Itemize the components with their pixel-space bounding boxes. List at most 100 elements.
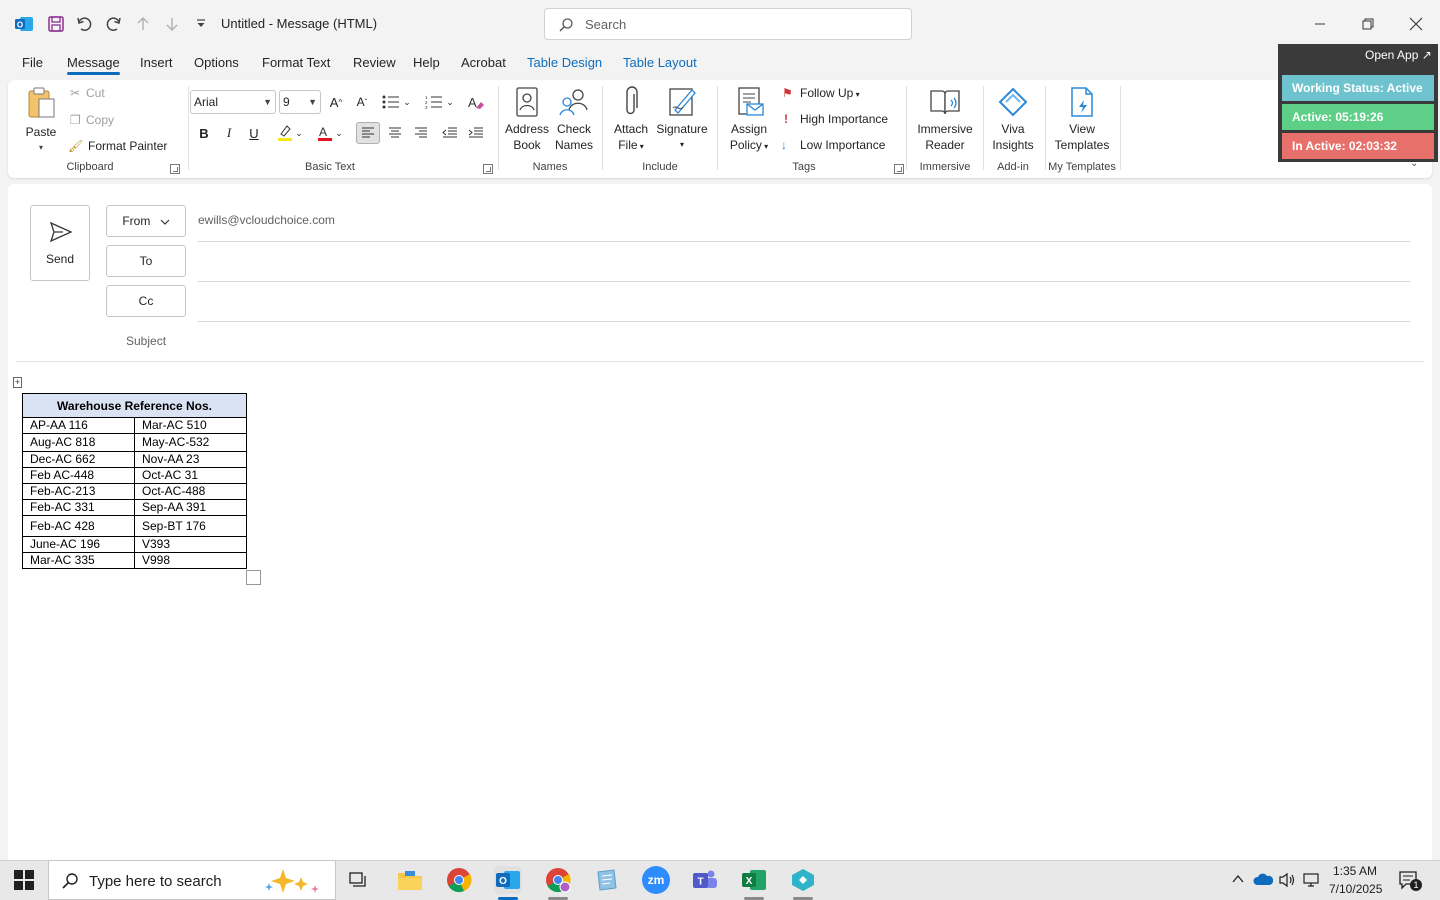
cc-button[interactable]: Cc	[106, 285, 186, 317]
low-importance-button[interactable]: ↓ Low Importance	[781, 138, 885, 152]
align-right-icon[interactable]	[409, 122, 433, 144]
table-cell[interactable]: Sep-BT 176	[134, 515, 247, 537]
to-field[interactable]	[198, 246, 1410, 280]
redo-icon[interactable]	[102, 12, 126, 36]
address-book-button[interactable]: Address Book	[504, 86, 550, 153]
decrease-indent-icon[interactable]	[438, 122, 462, 144]
assign-policy-button[interactable]: Assign Policy ▾	[724, 86, 774, 155]
table-resize-handle[interactable]	[246, 570, 261, 585]
follow-up-button[interactable]: ⚑ Follow Up ▾	[782, 86, 860, 100]
increase-indent-icon[interactable]	[464, 122, 488, 144]
clipboard-dialog-launcher[interactable]	[170, 164, 180, 174]
font-size-combo[interactable]: 9 ▼	[279, 90, 321, 114]
outlook-taskbar-icon[interactable]: O	[494, 866, 522, 894]
paste-button[interactable]: Paste ▾	[22, 86, 60, 156]
show-hidden-icons-icon[interactable]	[1231, 872, 1245, 886]
teams-icon[interactable]: T	[691, 866, 719, 894]
tab-review[interactable]: Review	[353, 55, 396, 70]
taskbar-search-input[interactable]: Type here to search	[48, 860, 336, 900]
windows-start-icon[interactable]	[14, 870, 34, 890]
table-cell[interactable]: Feb-AC 331	[22, 499, 135, 516]
format-painter-button[interactable]: 🖌 Format Painter	[68, 139, 167, 153]
send-button[interactable]: Send	[30, 205, 90, 281]
table-cell[interactable]: Dec-AC 662	[22, 451, 135, 468]
to-button[interactable]: To	[106, 245, 186, 277]
check-names-button[interactable]: Check Names	[551, 86, 597, 153]
basic-text-dialog-launcher[interactable]	[483, 164, 493, 174]
zoom-icon[interactable]: zm	[642, 866, 670, 894]
excel-icon[interactable]: X	[740, 866, 768, 894]
tab-table-layout[interactable]: Table Layout	[623, 55, 697, 70]
tab-acrobat[interactable]: Acrobat	[461, 55, 506, 70]
from-button[interactable]: From	[106, 205, 186, 237]
chrome-profile-icon[interactable]	[544, 866, 572, 894]
shrink-font-icon[interactable]: Aˇ	[350, 91, 374, 113]
tab-format-text[interactable]: Format Text	[262, 55, 330, 70]
table-cell[interactable]: Mar-AC 510	[134, 417, 247, 434]
table-cell[interactable]: Oct-AC-488	[134, 483, 247, 500]
align-center-icon[interactable]	[383, 122, 407, 144]
table-cell[interactable]: AP-AA 116	[22, 417, 135, 434]
close-button[interactable]	[1393, 0, 1439, 48]
table-cell[interactable]: Feb AC-448	[22, 467, 135, 484]
bold-button[interactable]: B	[192, 122, 216, 144]
warehouse-table[interactable]: Warehouse Reference Nos. AP-AA 116 Mar-AC…	[22, 393, 247, 569]
numbering-dropdown-icon[interactable]: ⌄	[443, 91, 457, 113]
table-cell[interactable]: Sep-AA 391	[134, 499, 247, 516]
font-name-combo[interactable]: Arial ▼	[190, 90, 276, 114]
restore-button[interactable]	[1345, 0, 1391, 48]
underline-button[interactable]: U	[242, 122, 266, 144]
tab-insert[interactable]: Insert	[140, 55, 173, 70]
search-input[interactable]: Search	[544, 8, 912, 40]
notification-center-button[interactable]: 1	[1398, 870, 1422, 892]
highlight-dropdown-icon[interactable]: ⌄	[292, 122, 306, 144]
cut-button[interactable]: ✂ Cut	[70, 86, 105, 100]
clock-time[interactable]: 1:35 AM	[1333, 864, 1377, 878]
minimize-button[interactable]	[1297, 0, 1343, 48]
chrome-icon[interactable]	[445, 866, 473, 894]
font-color-dropdown-icon[interactable]: ⌄	[332, 122, 346, 144]
high-importance-button[interactable]: ! High Importance	[784, 112, 888, 126]
attach-file-button[interactable]: Attach File ▾	[608, 86, 654, 155]
customize-qat-icon[interactable]	[189, 12, 213, 36]
grow-font-icon[interactable]: A ^	[324, 91, 348, 113]
table-cell[interactable]: June-AC 196	[22, 536, 135, 553]
table-cell[interactable]: Aug-AC 818	[22, 433, 135, 452]
table-cell[interactable]: Feb-AC 428	[22, 515, 135, 537]
onedrive-icon[interactable]	[1253, 872, 1273, 886]
tab-help[interactable]: Help	[413, 55, 440, 70]
table-cell[interactable]: Feb-AC-213	[22, 483, 135, 500]
task-view-icon[interactable]	[349, 870, 369, 890]
bullets-dropdown-icon[interactable]: ⌄	[400, 91, 414, 113]
tab-options[interactable]: Options	[194, 55, 239, 70]
save-icon[interactable]	[44, 12, 68, 36]
table-cell[interactable]: V998	[134, 552, 247, 569]
undo-icon[interactable]	[72, 12, 96, 36]
notes-app-icon[interactable]	[593, 866, 621, 894]
companion-app-icon[interactable]	[789, 866, 817, 894]
volume-icon[interactable]	[1278, 872, 1296, 888]
tags-dialog-launcher[interactable]	[894, 164, 904, 174]
viva-insights-button[interactable]: Viva Insights	[988, 86, 1038, 153]
next-item-icon[interactable]	[160, 12, 184, 36]
copy-button[interactable]: ❐ Copy	[70, 113, 114, 127]
table-cell[interactable]: Nov-AA 23	[134, 451, 247, 468]
tab-table-design[interactable]: Table Design	[527, 55, 602, 70]
signature-button[interactable]: Signature ▾	[655, 86, 709, 153]
align-left-icon[interactable]	[356, 122, 380, 144]
table-cell[interactable]: V393	[134, 536, 247, 553]
table-cell[interactable]: Mar-AC 335	[22, 552, 135, 569]
clear-formatting-icon[interactable]: A	[464, 91, 488, 113]
tab-file[interactable]: File	[22, 55, 43, 70]
cc-field[interactable]	[198, 286, 1410, 320]
view-templates-button[interactable]: View Templates	[1050, 86, 1114, 153]
italic-button[interactable]: I	[217, 122, 241, 144]
subject-field[interactable]	[198, 326, 1410, 358]
immersive-reader-button[interactable]: Immersive Reader	[911, 86, 979, 153]
network-icon[interactable]	[1302, 872, 1320, 888]
previous-item-icon[interactable]	[131, 12, 155, 36]
table-cell[interactable]: Oct-AC 31	[134, 467, 247, 484]
table-header[interactable]: Warehouse Reference Nos.	[22, 393, 247, 418]
open-app-link[interactable]: Open App ↗	[1365, 48, 1432, 62]
clock-date[interactable]: 7/10/2025	[1329, 882, 1382, 896]
